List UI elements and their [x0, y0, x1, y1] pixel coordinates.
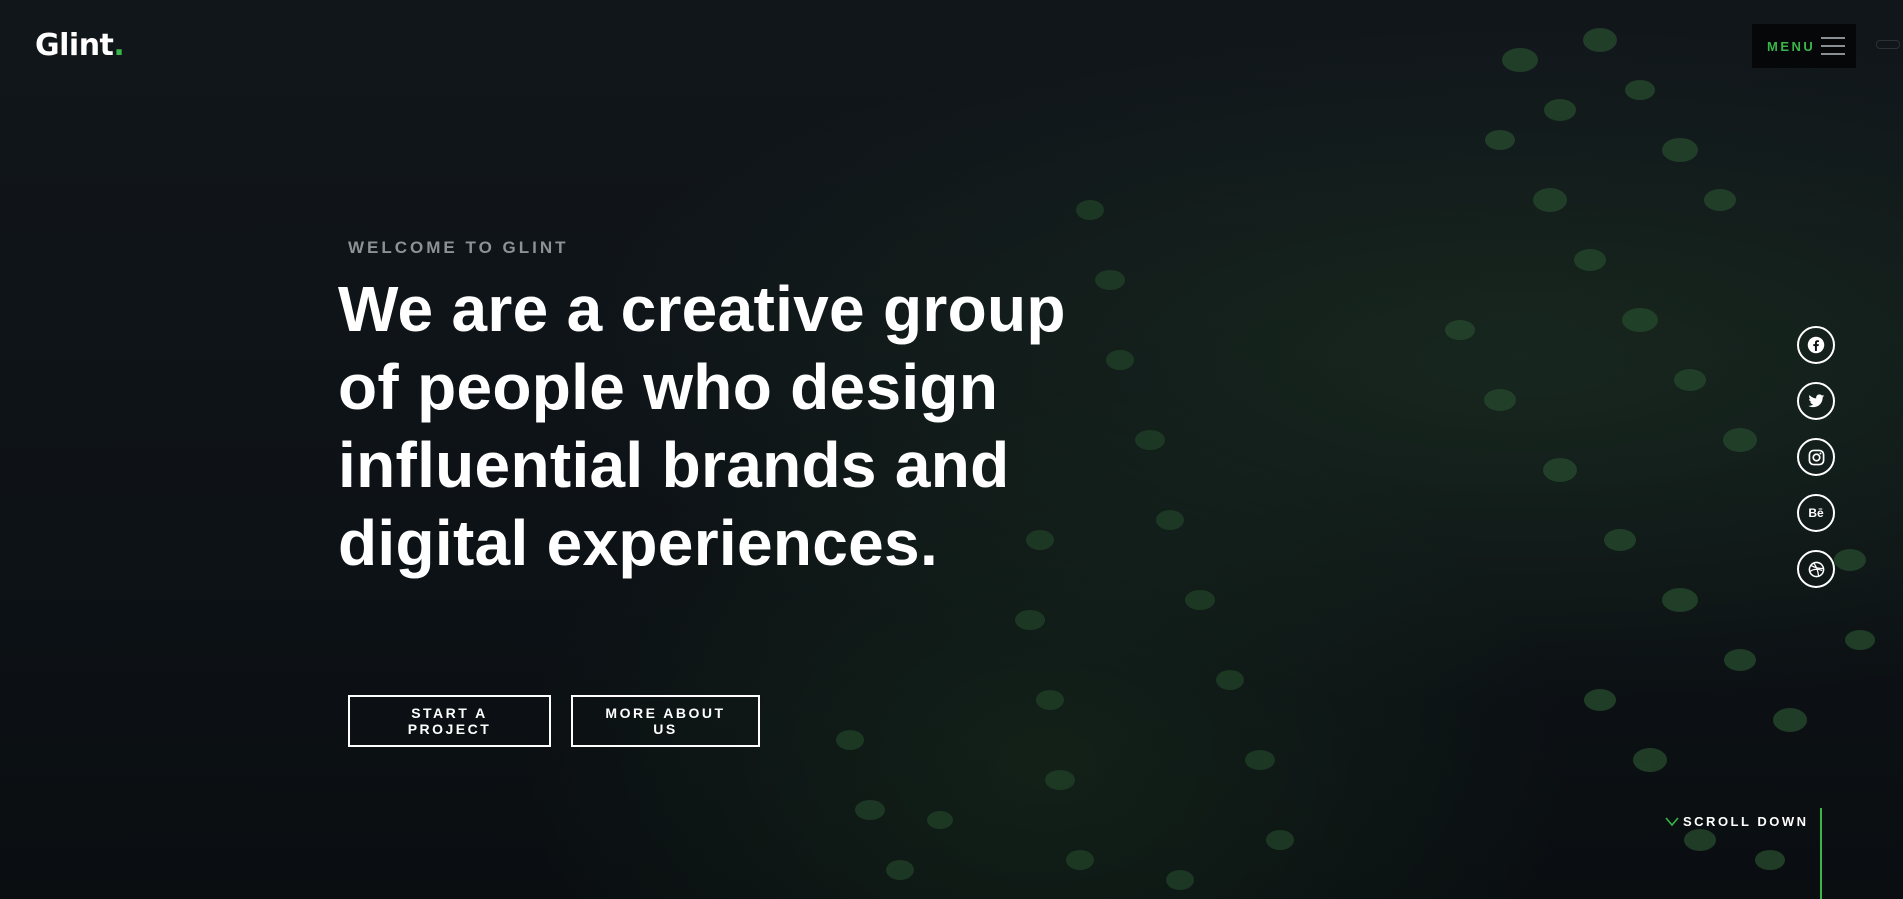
- behance-icon[interactable]: Bē: [1797, 494, 1835, 532]
- scroll-line: [1820, 808, 1822, 899]
- hero-eyebrow: WELCOME TO GLINT: [348, 238, 569, 257]
- hero-buttons: START A PROJECT MORE ABOUT US: [348, 695, 760, 747]
- scroll-down-label: SCROLL DOWN: [1683, 814, 1809, 829]
- instagram-icon[interactable]: [1797, 438, 1835, 476]
- hero-headline: We are a creative group of people who de…: [338, 273, 1066, 579]
- twitter-icon[interactable]: [1797, 382, 1835, 420]
- site-logo[interactable]: Glint.: [35, 28, 125, 63]
- start-project-button[interactable]: START A PROJECT: [348, 695, 551, 747]
- chevron-down-icon: [1665, 816, 1679, 826]
- scroll-indicator-pill: [1876, 40, 1900, 49]
- scroll-down-link[interactable]: SCROLL DOWN: [1665, 814, 1808, 829]
- logo-text: Glint: [35, 28, 114, 63]
- hero-content: WELCOME TO GLINT We are a creative group…: [338, 238, 1118, 582]
- facebook-icon[interactable]: [1797, 326, 1835, 364]
- dribbble-icon[interactable]: [1797, 550, 1835, 588]
- menu-toggle-button[interactable]: MENU: [1752, 24, 1856, 68]
- more-about-us-button[interactable]: MORE ABOUT US: [571, 695, 760, 747]
- logo-dot: .: [113, 28, 125, 63]
- hamburger-icon: [1821, 37, 1846, 55]
- hero-section: Glint. MENU WELCOME TO GLINT We are a cr…: [0, 0, 1903, 899]
- social-links: Bē: [1797, 326, 1835, 588]
- menu-label: MENU: [1767, 38, 1816, 54]
